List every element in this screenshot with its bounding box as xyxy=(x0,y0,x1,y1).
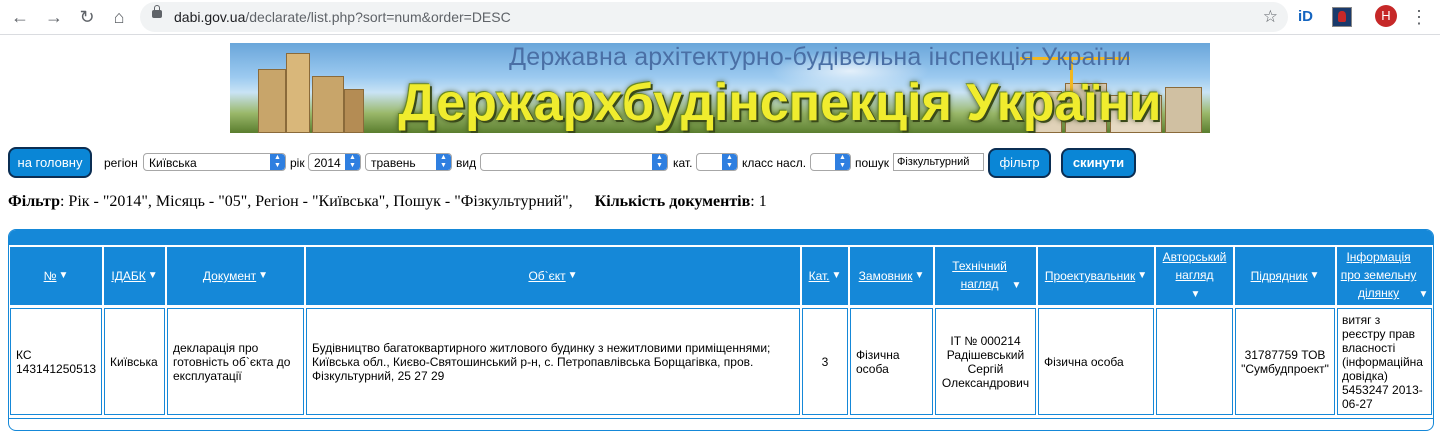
sort-arrow-icon[interactable]: ▼ xyxy=(1419,289,1429,300)
category-select[interactable]: ▲ ▼ xyxy=(696,153,738,171)
home-button[interactable]: на головну xyxy=(8,147,92,178)
select-arrow-icon: ▲ ▼ xyxy=(345,154,360,170)
type-select[interactable]: ▲ ▼ xyxy=(480,153,668,171)
select-arrow-icon: ▲ ▼ xyxy=(270,154,285,170)
cell-category: 3 xyxy=(802,308,848,415)
document-count-label: Кількість документів xyxy=(594,193,751,210)
year-label: рік xyxy=(290,156,305,170)
header-idabk[interactable]: ІДАБК ▼ xyxy=(104,247,165,305)
banner-subtitle: Державна архітектурно-будівельна інспекц… xyxy=(509,43,1131,71)
forward-icon[interactable]: → xyxy=(42,5,66,29)
cell-object: Будівництво багатоквартирного житлового … xyxy=(306,308,800,415)
sort-arrow-icon[interactable]: ▼ xyxy=(568,267,578,285)
header-num[interactable]: № ▼ xyxy=(10,247,102,305)
header-customer-label[interactable]: Замовник xyxy=(859,267,913,285)
header-author-supervision[interactable]: Авторський нагляд ▼ xyxy=(1156,247,1233,305)
banner-building xyxy=(312,76,344,133)
header-contractor[interactable]: Підрядник ▼ xyxy=(1235,247,1335,305)
cell-idabk: Київська xyxy=(104,308,165,415)
class-select[interactable]: ▲ ▼ xyxy=(810,153,851,171)
sort-arrow-icon[interactable]: ▼ xyxy=(258,267,268,285)
cell-contractor: 31787759 ТОВ "Сумбудпроект" xyxy=(1235,308,1335,415)
header-category-label[interactable]: Кат. xyxy=(809,267,830,285)
select-arrow-icon: ▲ ▼ xyxy=(722,154,737,170)
url-host: dabi.gov.ua xyxy=(174,9,246,25)
cell-customer: Фізична особа xyxy=(850,308,933,415)
document-count-value: : 1 xyxy=(750,193,767,210)
home-icon[interactable]: ⌂ xyxy=(107,5,131,29)
search-label: пошук xyxy=(855,156,890,170)
region-select-value: Київська xyxy=(149,156,197,170)
filter-button[interactable]: фільтр xyxy=(988,148,1051,178)
banner-building xyxy=(258,69,286,133)
header-document[interactable]: Документ ▼ xyxy=(167,247,304,305)
header-author-supervision-label[interactable]: Авторський нагляд xyxy=(1161,248,1229,284)
header-tech-supervision[interactable]: Технічний нагляд ▼ xyxy=(935,247,1036,305)
header-tech-supervision-label[interactable]: Технічний нагляд xyxy=(950,257,1010,293)
address-bar[interactable]: dabi.gov.ua/declarate/list.php?sort=num&… xyxy=(140,2,1288,32)
header-num-label[interactable]: № xyxy=(44,267,57,285)
id-extension-icon[interactable]: iD xyxy=(1298,7,1320,27)
header-land-info[interactable]: Інформація про земельну ділянку ▼ xyxy=(1337,247,1432,305)
star-icon[interactable]: ☆ xyxy=(1263,2,1278,32)
reset-button[interactable]: скинути xyxy=(1061,148,1136,178)
lock-icon[interactable] xyxy=(152,5,162,18)
filter-summary: Фільтр: Рік - "2014", Місяць - "05", Рег… xyxy=(8,193,767,211)
menu-icon[interactable]: ⋮ xyxy=(1410,5,1428,29)
header-customer[interactable]: Замовник ▼ xyxy=(850,247,933,305)
banner-building xyxy=(286,53,310,133)
region-select[interactable]: Київська ▲ ▼ xyxy=(143,153,286,171)
documents-table: № ▼ ІДАБК ▼ Документ ▼ Об`єкт ▼ Кат. ▼ Замовн… xyxy=(8,229,1434,431)
back-icon[interactable]: ← xyxy=(8,5,32,29)
cell-designer: Фізична особа xyxy=(1038,308,1154,415)
month-select[interactable]: травень ▲ ▼ xyxy=(365,153,452,171)
browser-toolbar: ← → ↻ ⌂ dabi.gov.ua/declarate/list.php?s… xyxy=(0,0,1440,35)
url-path: /declarate/list.php?sort=num&order=DESC xyxy=(245,9,511,25)
banner-title: Держархбудінспекція України xyxy=(398,74,1162,132)
profile-avatar[interactable]: H xyxy=(1375,5,1397,27)
region-label: регіон xyxy=(104,156,138,170)
sort-arrow-icon[interactable]: ▼ xyxy=(1012,280,1022,291)
year-select[interactable]: 2014 ▲ ▼ xyxy=(308,153,361,171)
select-arrow-icon: ▲ ▼ xyxy=(835,154,850,170)
month-select-value: травень xyxy=(371,156,416,170)
select-arrow-icon: ▲ ▼ xyxy=(652,154,667,170)
type-label: вид xyxy=(456,156,477,170)
sort-arrow-icon[interactable]: ▼ xyxy=(914,267,924,285)
cell-document: декларація про готовність об`єкта до екс… xyxy=(167,308,304,415)
url-text[interactable]: dabi.gov.ua/declarate/list.php?sort=num&… xyxy=(174,2,511,32)
filter-summary-text: : Рік - "2014", Місяць - "05", Регіон - … xyxy=(59,193,573,210)
header-category[interactable]: Кат. ▼ xyxy=(802,247,848,305)
cell-land-info: витяг з реєстру прав власності (інформац… xyxy=(1337,308,1432,415)
header-designer[interactable]: Проектувальник ▼ xyxy=(1038,247,1154,305)
year-select-value: 2014 xyxy=(314,156,341,170)
sort-arrow-icon[interactable]: ▼ xyxy=(148,267,158,285)
header-object[interactable]: Об`єкт ▼ xyxy=(306,247,800,305)
select-arrow-icon: ▲ ▼ xyxy=(436,154,451,170)
sort-arrow-icon[interactable]: ▼ xyxy=(1137,267,1147,285)
category-label: кат. xyxy=(673,156,693,170)
header-designer-label[interactable]: Проектувальник xyxy=(1045,267,1135,285)
cell-tech-supervision: ІТ № 000214 Радішевський Сергій Олександ… xyxy=(935,308,1036,415)
header-land-info-label[interactable]: Інформація про земельну ділянку xyxy=(1341,248,1417,302)
cell-author-supervision xyxy=(1156,308,1233,415)
sort-arrow-icon[interactable]: ▼ xyxy=(1191,289,1201,300)
reload-icon[interactable]: ↻ xyxy=(75,5,99,29)
header-object-label[interactable]: Об`єкт xyxy=(528,267,565,285)
sort-arrow-icon[interactable]: ▼ xyxy=(58,267,68,285)
class-label: класс насл. xyxy=(742,156,807,170)
search-input[interactable]: Фізкультурний xyxy=(893,153,984,171)
photo-extension-icon[interactable] xyxy=(1332,7,1352,27)
table-bottom-bar xyxy=(9,418,1433,430)
filter-summary-label: Фільтр xyxy=(8,193,60,210)
sort-arrow-icon[interactable]: ▼ xyxy=(1310,267,1320,285)
table-top-bar xyxy=(9,230,1433,245)
sort-arrow-icon[interactable]: ▼ xyxy=(832,267,842,285)
header-contractor-label[interactable]: Підрядник xyxy=(1251,267,1308,285)
header-banner: Державна архітектурно-будівельна інспекц… xyxy=(230,43,1210,133)
cell-num: КС 143141250513 xyxy=(10,308,102,415)
header-idabk-label[interactable]: ІДАБК xyxy=(111,267,145,285)
header-document-label[interactable]: Документ xyxy=(203,267,256,285)
